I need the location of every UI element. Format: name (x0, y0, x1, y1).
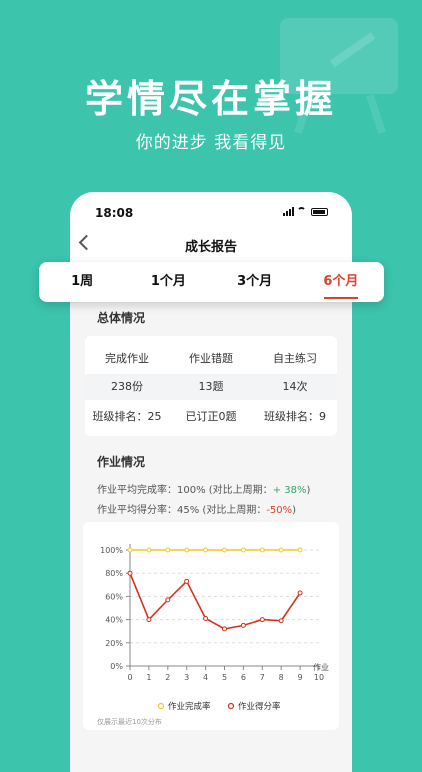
series-point-1 (240, 622, 246, 628)
series-point-1 (222, 626, 227, 632)
overview-headers: 完成作业 作业错题 自主练习 (85, 350, 337, 366)
series-point-1 (165, 597, 171, 603)
class-rank-homework: 班级排名：25 (92, 410, 162, 423)
overview-card: 完成作业 作业错题 自主练习 238份 13题 14次 班级排名：25 已订正0… (85, 336, 337, 436)
legend-marker-1 (227, 702, 235, 710)
score-delta: -50% (266, 505, 293, 516)
value-wrong-questions: 13题 (198, 380, 224, 393)
chart-note: 仅展示最近10次分布 (97, 717, 162, 726)
series-point-1 (259, 617, 265, 623)
series-point-0 (203, 547, 209, 553)
class-rank-practice: 班级排名：9 (264, 410, 326, 423)
overview-extras: 班级排名：25 已订正0题 班级排名：9 (85, 408, 337, 424)
completion-rate-line: 作业平均完成率：100% (对比上周期：+ 38%) (97, 481, 310, 496)
y-tick-label: 80% (105, 569, 123, 578)
x-tick-label: 2 (165, 673, 170, 682)
series-point-1 (278, 618, 284, 624)
period-tabs: 1周 1个月 3个月 6个月 (39, 262, 384, 302)
series-point-0 (184, 547, 190, 553)
battery-icon (311, 207, 328, 216)
header-completed-homework: 完成作业 (105, 352, 149, 365)
header-self-practice: 自主练习 (273, 352, 317, 365)
series-line-1 (129, 572, 301, 630)
completion-delta: + 38% (272, 485, 307, 496)
series-point-0 (146, 547, 152, 553)
header-wrong-questions: 作业错题 (189, 352, 233, 365)
series-point-1 (297, 590, 303, 596)
homework-title: 作业情况 (97, 455, 146, 469)
hero-title: 学情尽在掌握 (84, 77, 337, 121)
hero-subtitle: 你的进步 我看得见 (135, 133, 287, 153)
series-point-0 (297, 547, 303, 553)
x-tick-label: 7 (260, 673, 265, 682)
legend-label-1: 作业得分率 (238, 701, 281, 712)
overview-title: 总体情况 (97, 311, 146, 325)
series-point-1 (127, 570, 133, 576)
y-tick-label: 20% (105, 639, 123, 648)
x-tick-label: 10 (314, 673, 324, 682)
legend-label-0: 作业完成率 (168, 701, 211, 712)
y-tick-label: 40% (105, 616, 123, 625)
overview-values: 238份 13题 14次 (85, 374, 337, 400)
score-rate-line: 作业平均得分率：45% (对比上周期：-50%) (97, 501, 296, 516)
x-tick-label: 4 (203, 673, 208, 682)
score-compare: (对比上周期： (202, 505, 267, 516)
series-point-0 (222, 547, 227, 553)
completion-close: ) (306, 485, 311, 496)
x-tick-label: 8 (279, 673, 284, 682)
y-tick-label: 60% (105, 592, 123, 601)
series-point-1 (203, 615, 209, 621)
y-tick-label: 0% (110, 662, 123, 671)
x-tick-label: 0 (127, 673, 132, 682)
x-axis-label: 作业 (313, 662, 329, 672)
status-icons (283, 207, 328, 216)
series-point-1 (146, 617, 152, 623)
x-tick-label: 5 (222, 673, 227, 682)
legend-marker-0 (157, 702, 165, 710)
homework-chart-card: 0% 20% 40% 60% 80% 100% 0 1 2 3 4 5 6 7 8 9 10 作业作业完成率 作业得… (83, 522, 339, 730)
value-completed-homework: 238份 (111, 380, 143, 393)
x-tick-label: 6 (241, 673, 246, 682)
series-point-0 (127, 547, 133, 553)
score-label: 作业平均得分率： (97, 505, 177, 516)
y-tick-label: 100% (100, 546, 123, 555)
corrected-count: 已订正0题 (185, 410, 237, 423)
value-self-practice: 14次 (282, 380, 308, 393)
signal-icon (283, 207, 294, 216)
tab-6-months[interactable]: 6个月 (298, 262, 384, 302)
score-close: ) (292, 505, 297, 516)
score-value: 45% (177, 505, 200, 516)
page-title: 成长报告 (184, 240, 237, 255)
completion-compare: (对比上周期： (208, 485, 273, 496)
wifi-icon (297, 207, 308, 216)
status-time: 18:08 (95, 206, 134, 220)
completion-value: 100% (177, 485, 206, 496)
homework-line-chart: 0% 20% 40% 60% 80% 100% 0 1 2 3 4 5 6 7 8 9 10作业作业完成率 作业得… (97, 544, 329, 726)
series-point-0 (165, 547, 171, 553)
x-tick-label: 1 (146, 673, 151, 682)
series-point-1 (184, 578, 190, 584)
series-point-0 (278, 547, 284, 553)
x-tick-label: 9 (298, 673, 303, 682)
completion-label: 作业平均完成率： (97, 485, 177, 496)
x-tick-label: 3 (184, 673, 189, 682)
series-point-0 (240, 547, 246, 553)
tab-3-months[interactable]: 3个月 (212, 262, 298, 302)
tab-1-month[interactable]: 1个月 (125, 262, 211, 302)
series-point-0 (259, 547, 265, 553)
tab-1-week[interactable]: 1周 (39, 262, 125, 302)
